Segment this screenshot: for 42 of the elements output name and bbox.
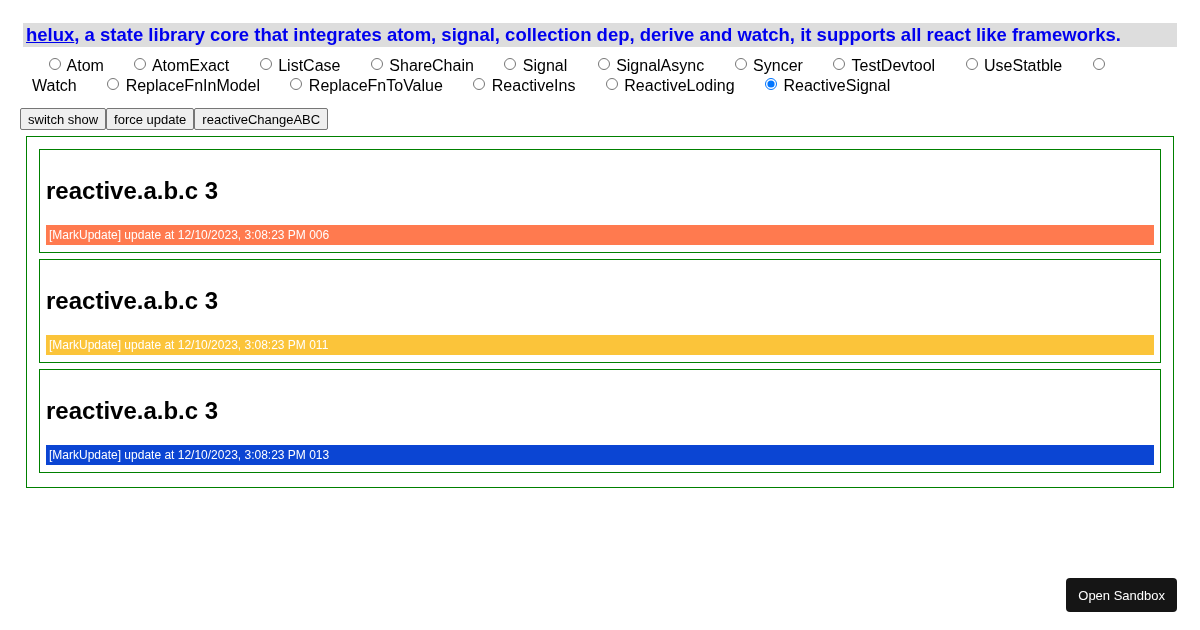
radio-button[interactable] xyxy=(605,78,618,90)
helux-link[interactable]: helux xyxy=(26,24,75,45)
radio-button[interactable] xyxy=(259,58,272,70)
action-button[interactable]: reactiveChangeABC xyxy=(194,108,329,130)
radio-button[interactable] xyxy=(370,58,383,70)
radio-button[interactable] xyxy=(734,58,747,70)
update-bar: [MarkUpdate] update at 12/10/2023, 3:08:23 PM 011 xyxy=(46,335,1154,355)
option-label[interactable]: ReplaceFnToValue xyxy=(308,77,443,94)
radio-button[interactable] xyxy=(134,58,147,70)
header-text: , a state library core that integrates atom, signal, collection dep, derive and watch, it supports all react like frameworks. xyxy=(74,24,1121,45)
card-heading: reactive.a.b.c 3 xyxy=(46,287,220,315)
update-bar: [MarkUpdate] update at 12/10/2023, 3:08:23 PM 006 xyxy=(46,225,1154,245)
radio-button[interactable] xyxy=(290,78,303,90)
option-label[interactable]: TestDevtool xyxy=(851,57,936,74)
option-label[interactable]: ListCase xyxy=(278,57,341,74)
radio-button[interactable] xyxy=(504,58,517,70)
radio-button[interactable] xyxy=(1092,58,1105,70)
option-label[interactable]: UseStatble xyxy=(984,57,1063,74)
update-bar: [MarkUpdate] update at 12/10/2023, 3:08:23 PM 013 xyxy=(46,445,1154,465)
radio-button[interactable] xyxy=(765,78,778,90)
option-label[interactable]: ReactiveLoding xyxy=(624,77,735,94)
option-label[interactable]: SignalAsync xyxy=(616,57,705,74)
card-heading: reactive.a.b.c 3 xyxy=(46,397,220,425)
radio-button[interactable] xyxy=(107,78,120,90)
action-button[interactable]: force update xyxy=(106,108,195,130)
option-label[interactable]: Atom xyxy=(66,57,104,74)
radio-button[interactable] xyxy=(473,78,486,90)
option-label[interactable]: Signal xyxy=(522,57,568,74)
card-heading: reactive.a.b.c 3 xyxy=(46,177,220,205)
option-label[interactable]: AtomExact xyxy=(151,57,230,74)
radio-button[interactable] xyxy=(833,58,846,70)
open-sandbox-button[interactable]: Open Sandbox xyxy=(1066,578,1177,612)
option-label[interactable]: Watch xyxy=(32,77,77,94)
radio-button[interactable] xyxy=(965,58,978,70)
radio-button[interactable] xyxy=(597,58,610,70)
option-label[interactable]: ReplaceFnInModel xyxy=(125,77,260,94)
radio-button[interactable] xyxy=(49,58,61,70)
option-label[interactable]: ReactiveSignal xyxy=(783,77,891,94)
option-label[interactable]: ReactiveIns xyxy=(491,77,576,94)
option-label[interactable]: ShareChain xyxy=(389,57,474,74)
option-label[interactable]: Syncer xyxy=(753,57,803,74)
action-button[interactable]: switch show xyxy=(20,108,107,130)
